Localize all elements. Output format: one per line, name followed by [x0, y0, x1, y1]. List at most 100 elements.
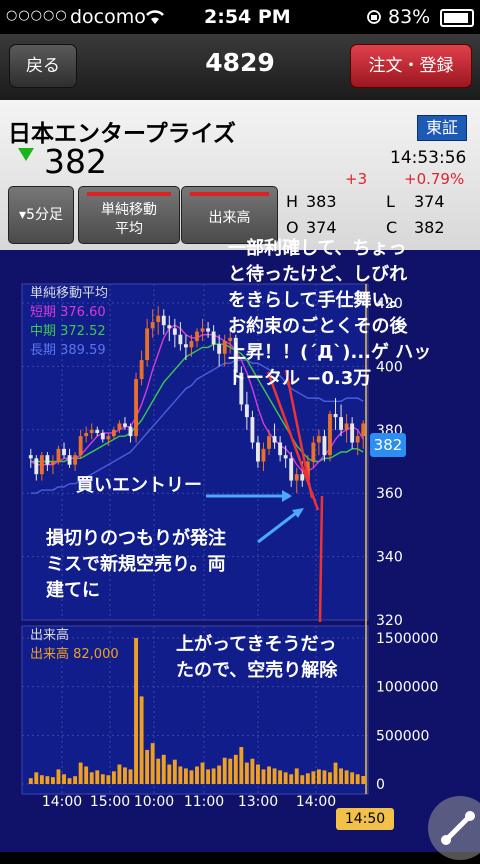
candle-body — [189, 341, 194, 348]
volume-bar — [328, 772, 332, 784]
volume-bar — [355, 774, 360, 784]
open-label: O — [286, 218, 299, 237]
volume-bar — [294, 768, 299, 784]
volume-bar — [195, 766, 199, 784]
sma-label-1: 単純移動 — [101, 202, 157, 218]
candle-body — [100, 432, 105, 440]
candle-body — [161, 315, 166, 326]
candle-body — [300, 474, 305, 481]
candle-body — [172, 328, 177, 335]
candle-body — [62, 448, 66, 456]
price-change-percent: +0.79% — [404, 170, 465, 188]
volume-bar — [67, 778, 72, 784]
candle-body — [217, 344, 222, 354]
candle-body — [95, 429, 100, 433]
volume-label: 出来高 — [208, 210, 251, 226]
candle-body — [183, 344, 188, 348]
carrier-name: docomo — [70, 6, 146, 28]
candle-body — [39, 455, 44, 475]
back-button[interactable]: 戻る — [9, 44, 77, 88]
candle-body — [311, 442, 316, 462]
high-label: H — [286, 192, 299, 211]
candle-body — [278, 442, 283, 456]
candle-body — [139, 360, 144, 380]
high-value: 383 — [306, 192, 337, 211]
low-value: 374 — [414, 192, 445, 211]
candle-body — [106, 436, 111, 440]
rotation-lock-icon — [367, 10, 381, 24]
candle-body — [344, 423, 349, 430]
candle-body — [167, 325, 172, 329]
volume-bar — [289, 774, 294, 784]
cursor-time-badge[interactable]: 14:50 — [336, 808, 394, 830]
legend-mid: 中期 372.52 — [30, 324, 106, 339]
volume-bar — [128, 769, 133, 784]
volume-bar — [172, 759, 177, 784]
candle-body — [84, 432, 89, 437]
candle-body — [361, 423, 366, 437]
candle-body — [145, 328, 150, 361]
exchange-badge: 東証 — [417, 115, 467, 141]
battery-icon — [440, 9, 474, 27]
order-register-button[interactable]: 注文・登録 — [350, 44, 472, 88]
volume-bar — [111, 771, 116, 784]
volume-bar — [361, 776, 366, 784]
volume-bar — [339, 768, 344, 784]
candle-body — [333, 413, 338, 418]
price-change: +3 — [345, 170, 368, 188]
candle-body — [328, 413, 332, 456]
sma-label-2: 平均 — [115, 221, 143, 237]
interval-select-button[interactable]: ▾5分足 — [8, 186, 74, 244]
candle-body — [244, 404, 249, 418]
candle-body — [117, 423, 122, 430]
volume-bar — [156, 758, 161, 784]
draw-tool-button[interactable] — [428, 796, 480, 860]
volume-bar — [222, 757, 227, 784]
volume-tick-label: 500000 — [376, 728, 429, 744]
candle-body — [195, 331, 199, 342]
battery-percent: 83% — [388, 6, 431, 28]
candle-body — [156, 315, 161, 323]
volume-tick-label: 0 — [376, 777, 385, 793]
x-tick-label: 15:00 — [90, 794, 130, 810]
x-tick-label: 10:00 — [134, 794, 174, 810]
candle-body — [89, 429, 94, 433]
volume-bar — [261, 769, 266, 784]
volume-bar — [272, 768, 277, 784]
candle-body — [316, 436, 321, 443]
price-tick-label: 340 — [376, 550, 403, 566]
candle-body — [123, 423, 127, 427]
status-bar: ○○○○○ docomo 2:54 PM 83% — [0, 0, 480, 34]
candle-body — [256, 442, 260, 462]
candle-body — [45, 455, 50, 465]
volume-bar — [322, 770, 327, 784]
candle-body — [50, 461, 55, 465]
volume-bar — [350, 772, 355, 784]
volume-bar — [134, 638, 138, 784]
volume-bar — [106, 775, 111, 784]
candle-body — [134, 379, 138, 437]
sma-toggle-button[interactable]: 単純移動 平均 — [78, 186, 180, 244]
volume-bar — [244, 762, 249, 784]
active-indicator — [190, 192, 269, 196]
legend-long: 長期 389.59 — [30, 343, 106, 358]
volume-legend: 出来高 出来高 82,000 — [30, 626, 119, 664]
candle-body — [267, 436, 271, 449]
volume-bar — [344, 770, 349, 784]
nav-title: 4829 — [205, 48, 275, 77]
candle-body — [150, 322, 155, 329]
candle-body — [73, 455, 78, 465]
volume-bar — [200, 762, 205, 784]
candle-body — [283, 455, 288, 459]
close-label: C — [386, 218, 398, 237]
last-price-badge: 382 — [370, 433, 406, 457]
x-tick-label: 14:00 — [42, 794, 82, 810]
candle-body — [350, 423, 355, 443]
annotation-mistake: 損切りのつもりが発注 ミスで新規空売り。両 建てに — [46, 528, 226, 601]
volume-bar — [267, 766, 271, 784]
signal-strength: ○○○○○ — [6, 8, 68, 23]
volume-tick-label: 1500000 — [376, 631, 438, 647]
candle-body — [355, 436, 360, 443]
candle-body — [289, 458, 294, 481]
stock-header: 日本エンタープライズ 東証 382 14:53:56 +3 +0.79% ▾5分… — [0, 100, 480, 250]
